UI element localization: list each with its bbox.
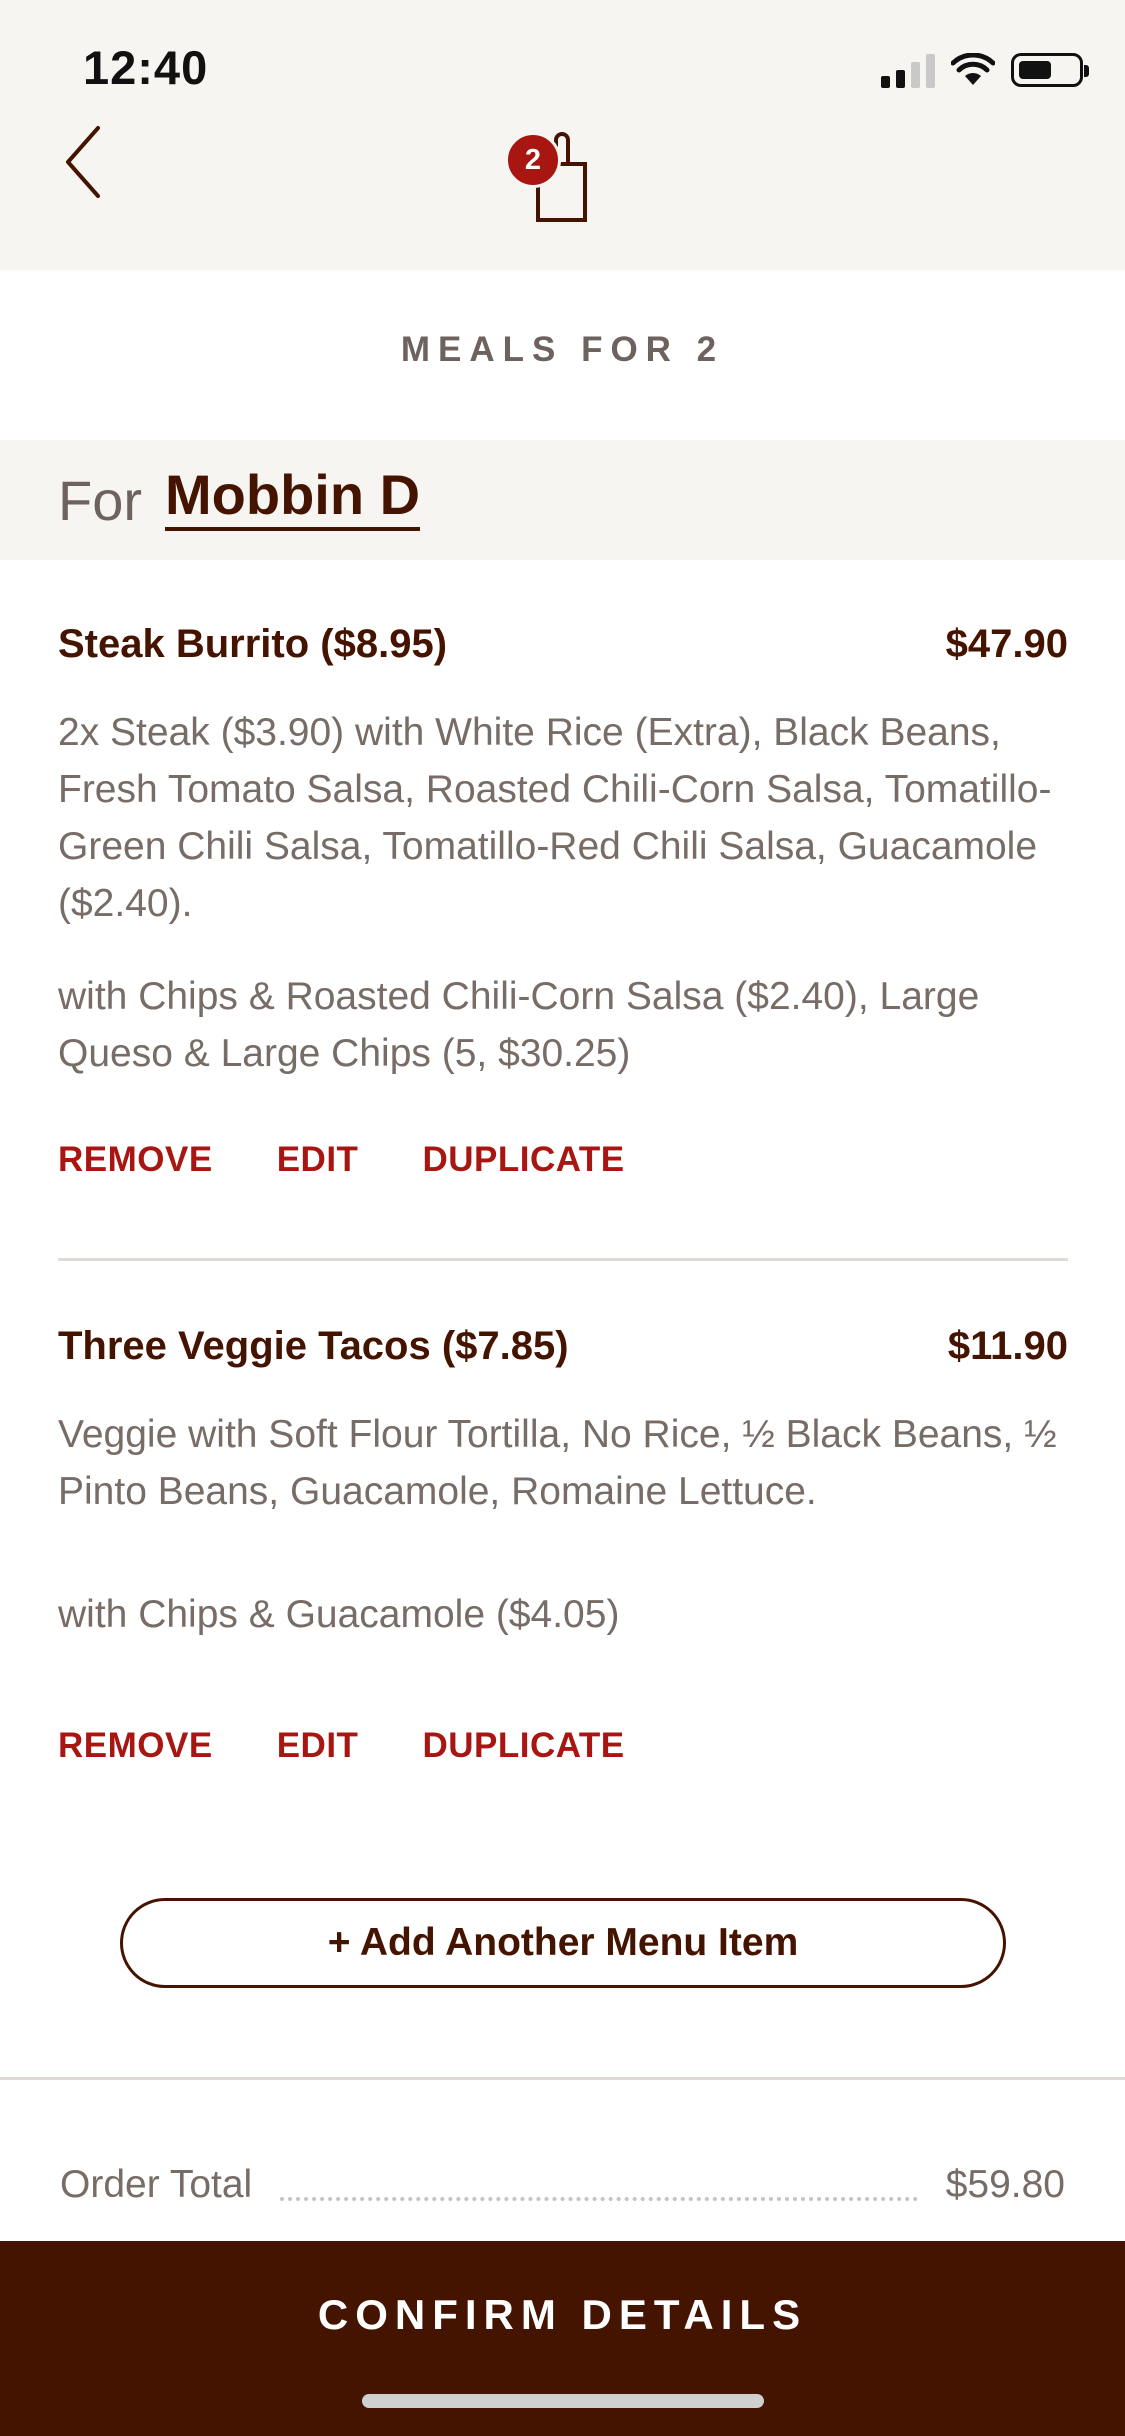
item-actions: REMOVE EDIT DUPLICATE [58, 1140, 625, 1180]
duplicate-button[interactable]: DUPLICATE [422, 1726, 624, 1766]
dotted-leader [280, 2197, 918, 2201]
back-button[interactable] [58, 120, 118, 204]
header-area: 12:40 2 [0, 0, 1125, 270]
item-price: $11.90 [947, 1324, 1068, 1368]
home-indicator [362, 2394, 764, 2408]
battery-icon [1011, 53, 1089, 87]
item-description: 2x Steak ($3.90) with White Rice (Extra)… [58, 711, 1052, 925]
for-label: For [58, 469, 142, 532]
chevron-left-icon [66, 126, 100, 198]
duplicate-button[interactable]: DUPLICATE [422, 1140, 624, 1180]
meal-title: MEALS FOR 2 [400, 330, 725, 369]
item-sides: with Chips & Roasted Chili-Corn Salsa ($… [58, 975, 980, 1075]
order-total-row: Order Total $59.80 [60, 2150, 1065, 2220]
remove-button[interactable]: REMOVE [58, 1140, 213, 1180]
cellular-signal-icon [881, 52, 935, 88]
item-price: $47.90 [945, 622, 1068, 666]
order-total-label: Order Total [60, 2163, 253, 2206]
cart-item: Steak Burrito ($8.95) $47.90 2x Steak ($… [58, 622, 1068, 1202]
status-icons [881, 48, 1089, 92]
add-menu-item-button[interactable]: + Add Another Menu Item [120, 1898, 1006, 1988]
remove-button[interactable]: REMOVE [58, 1726, 213, 1766]
order-total-value: $59.80 [945, 2163, 1065, 2206]
edit-button[interactable]: EDIT [277, 1726, 359, 1766]
item-name: Steak Burrito ($8.95) [58, 622, 448, 666]
item-name: Three Veggie Tacos ($7.85) [58, 1324, 569, 1368]
cart-item: Three Veggie Tacos ($7.85) $11.90 Veggie… [58, 1324, 1068, 1794]
status-time: 12:40 [83, 41, 209, 94]
for-band: For Mobbin D [0, 440, 1125, 560]
item-description: Veggie with Soft Flour Tortilla, No Rice… [58, 1413, 1057, 1513]
bag-button[interactable]: 2 [500, 128, 600, 224]
confirm-details-label: CONFIRM DETAILS [317, 2291, 808, 2338]
item-sides: with Chips & Guacamole ($4.05) [58, 1593, 620, 1636]
edit-button[interactable]: EDIT [277, 1140, 359, 1180]
for-name-link[interactable]: Mobbin D [165, 465, 421, 531]
item-divider [58, 1258, 1068, 1261]
bag-count-badge: 2 [505, 132, 561, 188]
item-actions: REMOVE EDIT DUPLICATE [58, 1726, 625, 1766]
section-divider [0, 2077, 1125, 2080]
wifi-icon [951, 53, 995, 85]
